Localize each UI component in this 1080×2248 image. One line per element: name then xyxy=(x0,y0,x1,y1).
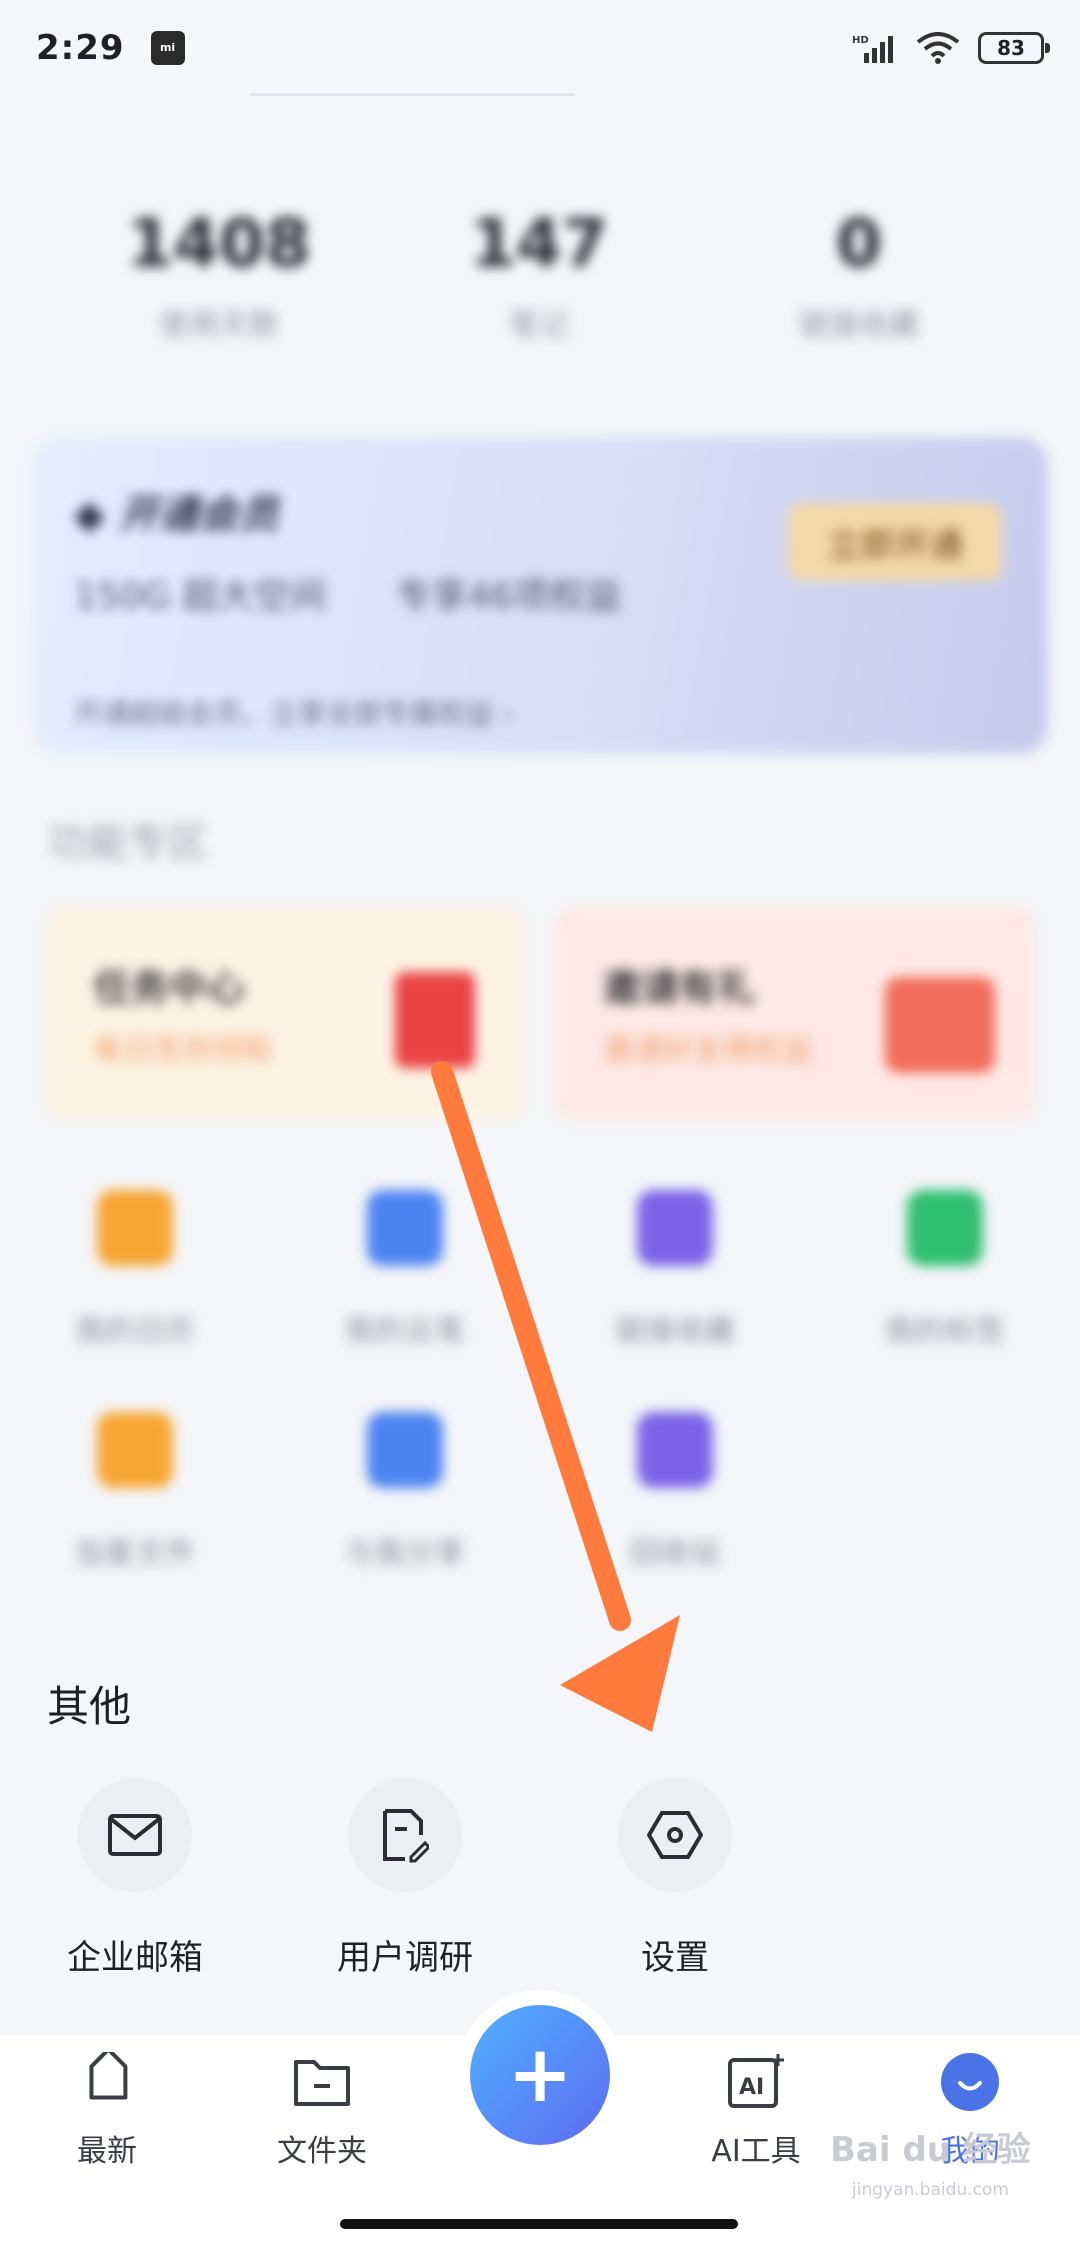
home-indicator[interactable] xyxy=(340,2219,738,2229)
tab-label: 文件夹 xyxy=(277,2134,367,2169)
add-button[interactable]: + xyxy=(470,2005,610,2145)
folder-icon xyxy=(290,2050,354,2114)
tab-label: AI工具 xyxy=(711,2134,801,2169)
svg-text:AI: AI xyxy=(739,2075,764,2100)
profile-icon xyxy=(938,2050,1002,2114)
tab-label: 最新 xyxy=(77,2134,137,2169)
ai-icon: AI xyxy=(724,2050,788,2114)
tab-folder[interactable]: 文件夹 xyxy=(232,2050,412,2170)
tag-icon xyxy=(75,2050,139,2114)
tab-latest[interactable]: 最新 xyxy=(17,2050,197,2170)
tab-ai-tools[interactable]: AI AI工具 xyxy=(666,2050,846,2170)
annotation-arrow xyxy=(431,1061,680,1732)
watermark-url: jingyan.baidu.com xyxy=(852,2180,1009,2200)
watermark: Bai du 经验 xyxy=(830,2130,1031,2170)
